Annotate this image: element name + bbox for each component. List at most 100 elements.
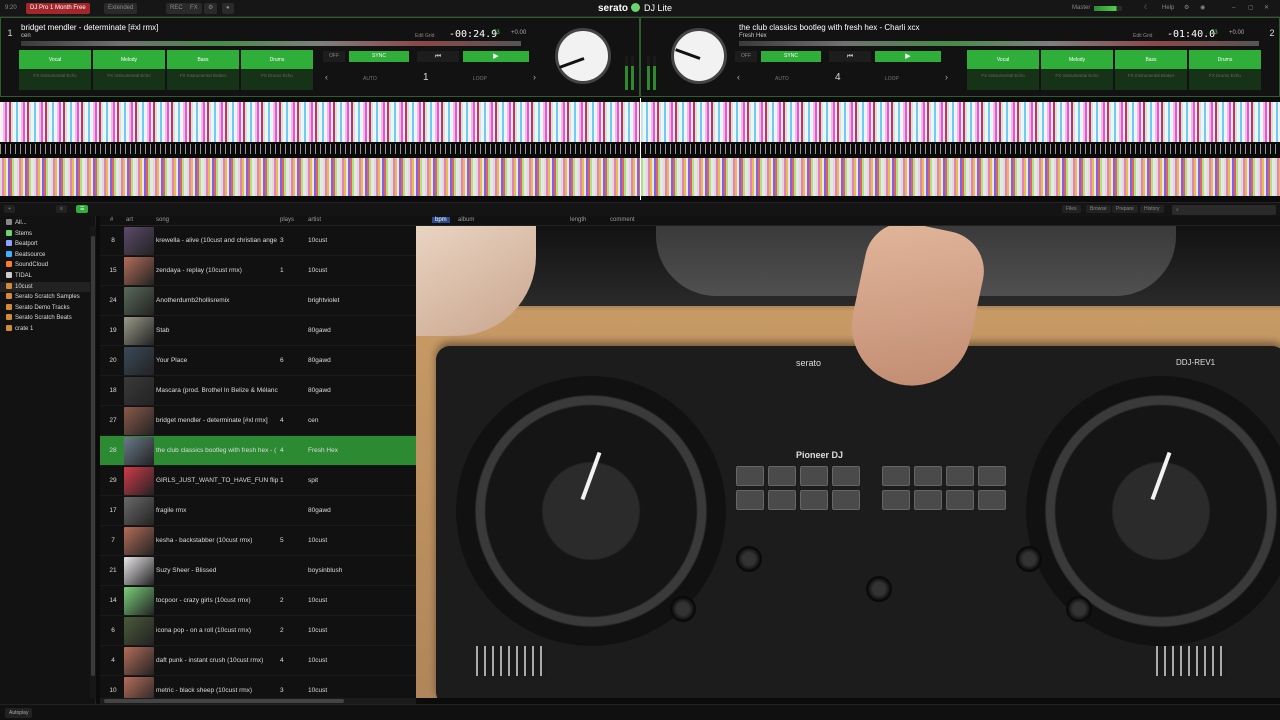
- loop-button[interactable]: LOOP: [473, 76, 487, 82]
- cue-button[interactable]: ⏮: [417, 51, 459, 62]
- table-row[interactable]: 6 icona pop - on a roll (10cust rmx) 2 10cu…: [100, 616, 416, 646]
- table-row[interactable]: 27 bridget mendler - determinate [#xl rmx…: [100, 406, 416, 436]
- sidebar-item[interactable]: All...: [0, 218, 95, 229]
- col-num[interactable]: #: [110, 217, 113, 223]
- prepare-button[interactable]: Prepare: [1112, 205, 1138, 213]
- table-row[interactable]: 18 Mascara (prod. Brothel In Belize & Mél…: [100, 376, 416, 406]
- col-bpm[interactable]: bpm: [432, 217, 450, 223]
- stem-sub: FX Instrumental Braker: [1127, 73, 1175, 78]
- stem-bass-button[interactable]: Bass FX Instrumental Braker: [167, 50, 239, 90]
- sidebar-item[interactable]: 10cust: [0, 281, 95, 293]
- minimize-icon[interactable]: –: [1232, 3, 1235, 14]
- waveform-display[interactable]: [0, 98, 1280, 200]
- table-row[interactable]: 21 Suzy Sheer - Blissed boysinblush: [100, 556, 416, 586]
- col-artist[interactable]: artist: [308, 217, 321, 223]
- auto-loop-label[interactable]: AUTO: [775, 76, 789, 82]
- stem-drums-button[interactable]: Drums FX Drums Echo: [1189, 50, 1261, 90]
- sync-off-button[interactable]: OFF: [735, 51, 757, 62]
- track-list: 8 krewella - alive (10cust and christian …: [100, 226, 416, 698]
- loop-button[interactable]: LOOP: [885, 76, 899, 82]
- edit-grid-button[interactable]: Edit Grid: [415, 33, 434, 39]
- virtual-platter[interactable]: [555, 28, 611, 84]
- track-plays: 3: [280, 237, 284, 244]
- stem-bass-button[interactable]: Bass FX Instrumental Braker: [1115, 50, 1187, 90]
- sidebar-item[interactable]: Serato Demo Tracks: [0, 303, 95, 314]
- stem-vocal-button[interactable]: Vocal FX Instrumental Echo: [19, 50, 91, 90]
- col-album[interactable]: album: [458, 217, 474, 223]
- mic-icon[interactable]: ●: [222, 3, 234, 14]
- sidebar-item[interactable]: Serato Scratch Beats: [0, 313, 95, 324]
- table-row[interactable]: 28 the club classics bootleg with fresh h…: [100, 436, 416, 466]
- table-row[interactable]: 29 GIRLS_JUST_WANT_TO_HAVE_FUN flip 1 spit: [100, 466, 416, 496]
- promo-button[interactable]: DJ Pro 1 Month Free: [26, 3, 90, 14]
- gear-icon[interactable]: ⚙: [1184, 3, 1189, 14]
- stem-vocal-button[interactable]: Vocal FX Instrumental Echo: [967, 50, 1039, 90]
- stem-drums-button[interactable]: Drums FX Drums Echo: [241, 50, 313, 90]
- col-plays[interactable]: plays: [280, 217, 294, 223]
- maximize-icon[interactable]: ▢: [1248, 3, 1254, 14]
- play-button[interactable]: ▶: [463, 51, 529, 62]
- table-row[interactable]: 20 Your Place 6 80gawd: [100, 346, 416, 376]
- deck-overview-waveform[interactable]: [21, 41, 521, 46]
- loop-forward-arrow[interactable]: ›: [533, 72, 536, 82]
- col-art[interactable]: art: [126, 217, 133, 223]
- table-row[interactable]: 19 Stab 80gawd: [100, 316, 416, 346]
- help-menu[interactable]: Help: [1162, 3, 1174, 14]
- stem-melody-button[interactable]: Melody FX Instrumental Echo: [1041, 50, 1113, 90]
- user-icon[interactable]: ◉: [1200, 3, 1205, 14]
- browse-button[interactable]: Browse: [1086, 205, 1111, 213]
- table-row[interactable]: 10 metric - black sheep (10cust rmx) 3 10cu…: [100, 676, 416, 698]
- sync-button[interactable]: SYNC: [349, 51, 409, 62]
- moon-icon[interactable]: ☾: [1144, 3, 1149, 14]
- album-art: [124, 317, 154, 345]
- sync-off-button[interactable]: OFF: [323, 51, 345, 62]
- table-row[interactable]: 4 daft punk - instant crush (10cust rmx) 4…: [100, 646, 416, 676]
- search-input[interactable]: ⌕: [1172, 205, 1276, 215]
- col-song[interactable]: song: [156, 217, 169, 223]
- extended-button[interactable]: Extended: [104, 3, 138, 14]
- history-button[interactable]: History: [1140, 205, 1164, 213]
- sidebar-item-label: Serato Scratch Beats: [15, 315, 72, 322]
- loop-back-arrow[interactable]: ‹: [737, 72, 740, 82]
- close-icon[interactable]: ✕: [1264, 3, 1269, 14]
- sidebar-item[interactable]: Stems: [0, 229, 95, 240]
- controller-model-label: DDJ-REV1: [1176, 358, 1216, 367]
- col-length[interactable]: length: [570, 217, 586, 223]
- table-row[interactable]: 24 Anotherdumb2hollisremix brightviolet: [100, 286, 416, 316]
- track-artist: 80gawd: [308, 327, 331, 334]
- sidebar-item[interactable]: Beatport: [0, 239, 95, 250]
- fx-button[interactable]: FX: [186, 3, 202, 14]
- col-comment[interactable]: comment: [610, 217, 635, 223]
- vertical-scrollbar[interactable]: [90, 226, 96, 698]
- stem-melody-button[interactable]: Melody FX Instrumental Echo: [93, 50, 165, 90]
- sidebar-item[interactable]: TIDAL: [0, 271, 95, 282]
- list-view-icon[interactable]: ≡: [56, 205, 67, 213]
- table-row[interactable]: 14 tocpoor - crazy girls (10cust rmx) 2 10c…: [100, 586, 416, 616]
- table-row[interactable]: 17 fragile rmx 80gawd: [100, 496, 416, 526]
- loop-length: 4: [835, 72, 841, 83]
- table-row[interactable]: 15 zendaya - replay (10cust rmx) 1 10cust: [100, 256, 416, 286]
- cue-button[interactable]: ⏮: [829, 51, 871, 62]
- sidebar-item[interactable]: crate 1: [0, 324, 95, 335]
- auto-loop-label[interactable]: AUTO: [363, 76, 377, 82]
- settings-icon[interactable]: ⚙: [204, 3, 218, 14]
- loop-forward-arrow[interactable]: ›: [945, 72, 948, 82]
- sidebar-item[interactable]: Beatsource: [0, 250, 95, 261]
- track-view-icon[interactable]: ☰: [76, 205, 89, 213]
- deck-number: 1: [7, 28, 13, 38]
- edit-grid-button[interactable]: Edit Grid: [1133, 33, 1152, 39]
- table-row[interactable]: 7 kesha - backstabber (10cust rmx) 5 10cust: [100, 526, 416, 556]
- loop-back-arrow[interactable]: ‹: [325, 72, 328, 82]
- deck-overview-waveform[interactable]: [739, 41, 1259, 46]
- sync-button[interactable]: SYNC: [761, 51, 821, 62]
- table-row[interactable]: 8 krewella - alive (10cust and christian …: [100, 226, 416, 256]
- play-button[interactable]: ▶: [875, 51, 941, 62]
- virtual-platter[interactable]: [671, 28, 727, 84]
- files-button[interactable]: Files: [1062, 205, 1081, 213]
- rec-button[interactable]: REC: [166, 3, 187, 14]
- add-crate-icon[interactable]: +: [4, 205, 15, 213]
- autoplay-button[interactable]: Autoplay: [5, 708, 33, 718]
- album-art: [124, 347, 154, 375]
- sidebar-item[interactable]: Serato Scratch Samples: [0, 292, 95, 303]
- sidebar-item[interactable]: SoundCloud: [0, 260, 95, 271]
